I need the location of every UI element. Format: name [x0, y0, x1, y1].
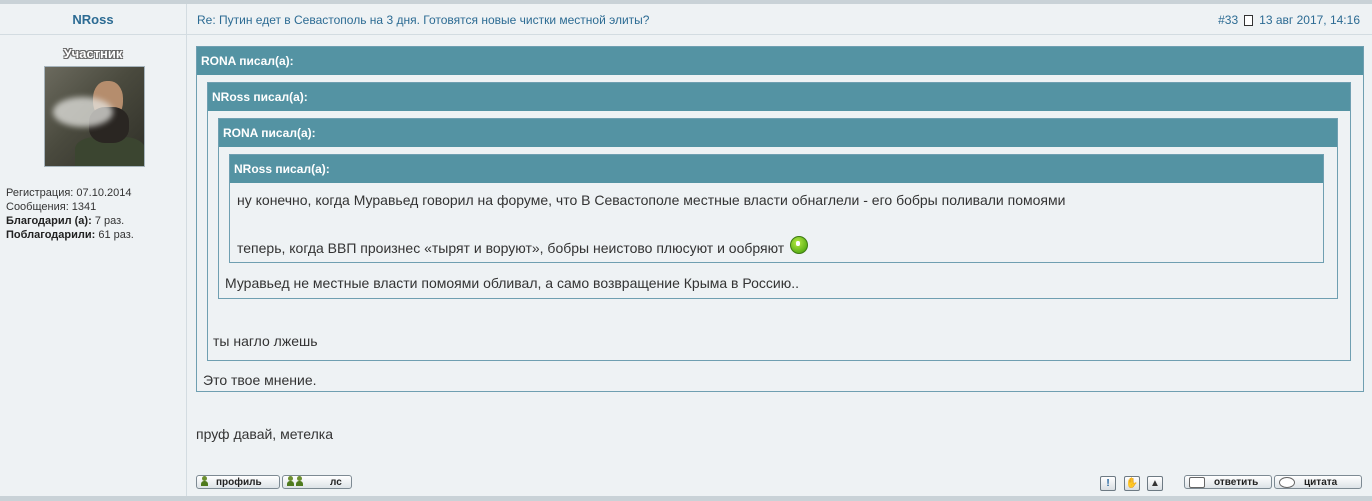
post-row: NRoss Участник Регистрация: 07.10.2014 С…	[0, 4, 1372, 496]
page-icon[interactable]	[1244, 14, 1254, 26]
post-number-link[interactable]: #33	[1218, 13, 1238, 27]
post-title[interactable]: Re: Путин едет в Севастополь на 3 дня. Г…	[197, 13, 649, 27]
quote-level-2: NRoss писал(а): RONA писал(а): NRoss пис…	[207, 82, 1351, 361]
author-name-link[interactable]: NRoss	[72, 12, 113, 27]
quote-text: Муравьед не местные власти помоями облив…	[225, 275, 799, 291]
report-button[interactable]: !	[1100, 476, 1116, 491]
author-info: Регистрация: 07.10.2014 Сообщения: 1341 …	[6, 186, 134, 242]
profile-button[interactable]: профиль	[196, 475, 280, 489]
reply-button[interactable]: ответить	[1184, 475, 1272, 489]
quote-level-3: RONA писал(а): NRoss писал(а): ну конечн…	[218, 118, 1338, 299]
quote-icon	[1279, 476, 1295, 488]
user-icon	[201, 476, 213, 488]
quote-button[interactable]: цитата	[1274, 475, 1362, 489]
post-header: Re: Путин едет в Севастополь на 3 дня. Г…	[187, 4, 1372, 35]
avatar	[44, 66, 145, 167]
author-registration: Регистрация: 07.10.2014	[6, 187, 132, 199]
author-thanked: Благодарил (а): 7 раз.	[6, 215, 125, 227]
arrow-up-icon: ▲	[1150, 478, 1160, 489]
author-name-cell: NRoss	[0, 4, 186, 35]
quote-header: RONA писал(а):	[219, 119, 1337, 147]
thumbs-up-icon: ✋	[1125, 478, 1139, 489]
pm-button[interactable]: лс	[282, 475, 352, 489]
quote-text: ну конечно, когда Муравьед говорил на фо…	[237, 192, 1066, 208]
author-rank: Участник	[63, 46, 123, 61]
author-was-thanked: Поблагодарили: 61 раз.	[6, 229, 134, 241]
author-messages: Сообщения: 1341	[6, 201, 97, 213]
post-meta: #33 13 авг 2017, 14:16	[1218, 13, 1360, 27]
post-body: Re: Путин едет в Севастополь на 3 дня. Г…	[187, 4, 1372, 496]
post-text: пруф давай, метелка	[196, 426, 333, 442]
quote-header: NRoss писал(а):	[208, 83, 1350, 111]
exclamation-icon: !	[1106, 478, 1110, 489]
quote-level-4: NRoss писал(а): ну конечно, когда Муравь…	[229, 154, 1324, 263]
scroll-top-button[interactable]: ▲	[1147, 476, 1163, 491]
quote-header: RONA писал(а):	[197, 47, 1363, 75]
quote-level-1: RONA писал(а): NRoss писал(а): RONA писа…	[196, 46, 1364, 392]
users-icon	[287, 476, 313, 488]
quote-text: теперь, когда ВВП произнес «тырят и вору…	[237, 236, 809, 256]
post-date: 13 авг 2017, 14:16	[1259, 13, 1360, 27]
quote-text: Это твое мнение.	[203, 372, 317, 388]
bottom-divider	[0, 496, 1372, 501]
smiley-icon	[790, 236, 809, 254]
reply-icon	[1189, 476, 1205, 488]
author-panel: NRoss Участник Регистрация: 07.10.2014 С…	[0, 4, 187, 496]
quote-text: ты нагло лжешь	[213, 333, 318, 349]
quote-header: NRoss писал(а):	[230, 155, 1323, 183]
like-button[interactable]: ✋	[1124, 476, 1140, 491]
